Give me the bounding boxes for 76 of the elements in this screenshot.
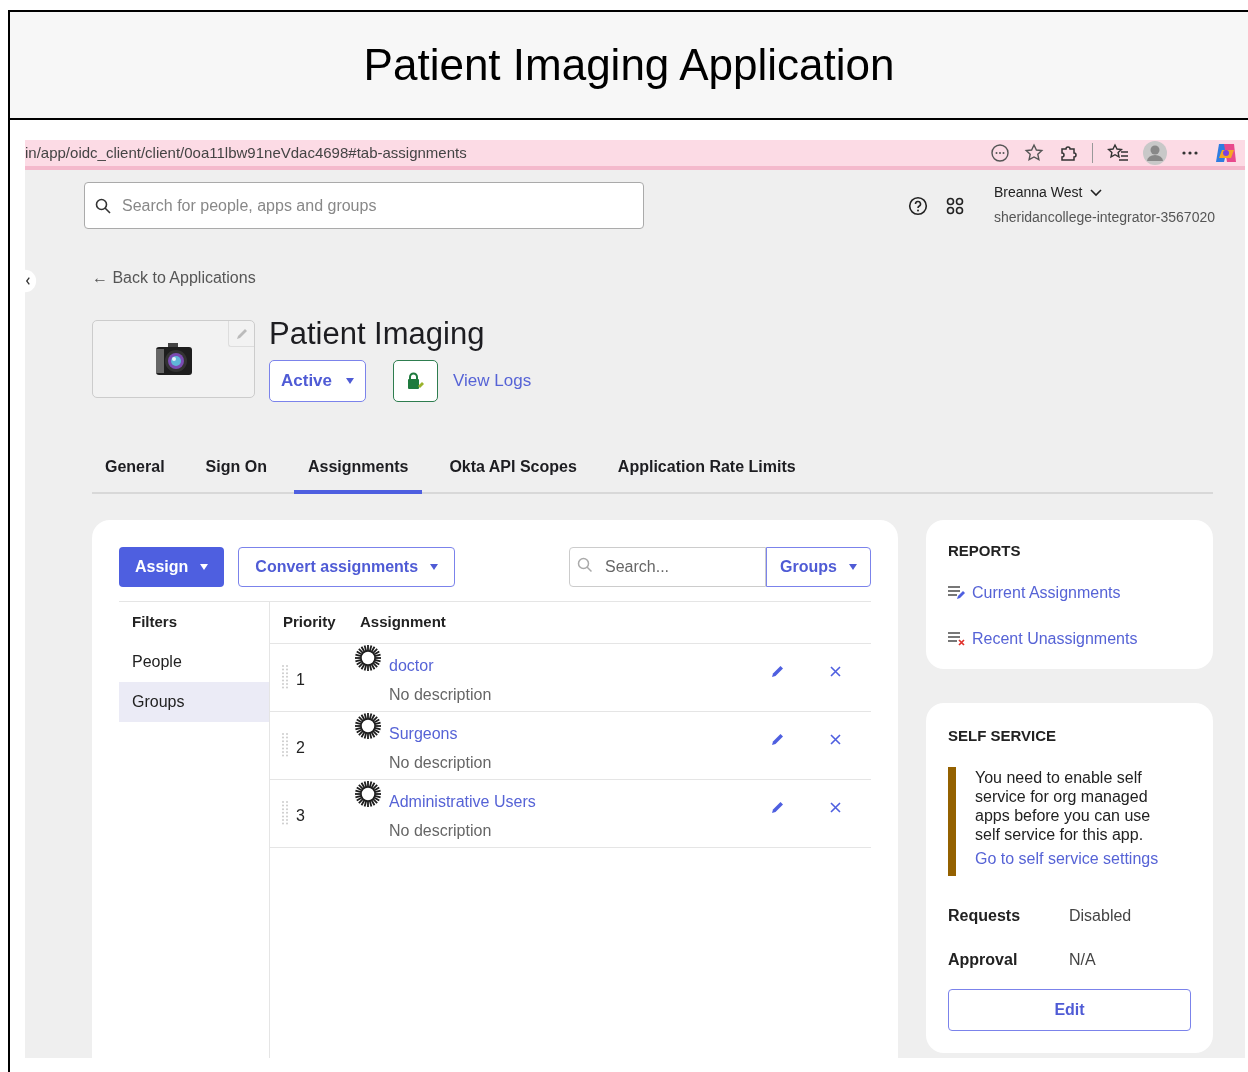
group-icon [354, 780, 382, 808]
group-link[interactable]: Administrative Users [389, 790, 771, 814]
star-icon[interactable] [1024, 143, 1044, 163]
report-link[interactable]: Current Assignments [972, 580, 1121, 605]
back-link[interactable]: ← Back to Applications [92, 269, 256, 286]
org-name: sheridancollege-integrator-3567020 [993, 208, 1215, 227]
self-service-heading: SELF SERVICE [948, 725, 1058, 746]
window-title: Patient Imaging Application [363, 39, 895, 91]
pencil-icon[interactable] [771, 800, 785, 814]
drag-handle-icon[interactable] [281, 732, 289, 758]
app-title: Patient Imaging [269, 318, 486, 350]
column-header: Assignment [360, 612, 446, 633]
pencil-icon [234, 326, 249, 341]
status-dropdown[interactable]: Active [269, 360, 366, 402]
pencil-icon[interactable] [771, 664, 785, 678]
tab[interactable]: General [92, 444, 179, 494]
search-icon [577, 557, 593, 573]
help-icon[interactable] [907, 196, 928, 216]
caret-icon [848, 564, 857, 570]
column-header: Priority [282, 612, 337, 633]
group-icon [354, 644, 382, 672]
puzzle-icon[interactable] [1058, 143, 1078, 163]
tab[interactable]: Sign On [191, 444, 281, 494]
caret-icon [200, 564, 209, 570]
field-label: Approval [948, 950, 1019, 970]
tab[interactable]: Assignments [293, 444, 423, 494]
close-icon[interactable] [830, 666, 841, 677]
assign-button[interactable]: Assign [119, 547, 225, 587]
field-value: N/A [1069, 950, 1096, 970]
search-icon [95, 198, 111, 214]
table-edit-icon [948, 585, 966, 600]
lock-icon [405, 372, 426, 390]
address-bar[interactable]: in/app/oidc_client/client/0oa11lbw91neVdac4698#tab-assignments [25, 140, 1245, 170]
group-link[interactable]: doctor [389, 654, 771, 678]
group-link[interactable]: Surgeons [389, 722, 771, 746]
field-value: Disabled [1069, 906, 1132, 926]
edit-button[interactable]: Edit [948, 989, 1191, 1031]
report-link[interactable]: Recent Unassignments [972, 626, 1138, 651]
self-service-settings-link[interactable]: Go to self service settings [975, 844, 1189, 876]
priority-number: 3 [296, 806, 306, 826]
caret-icon [430, 564, 439, 570]
user-name[interactable]: Breanna West [993, 182, 1083, 203]
close-icon[interactable] [830, 802, 841, 813]
group-description: No description [389, 753, 493, 773]
drag-handle-icon[interactable] [281, 800, 289, 826]
close-icon[interactable] [830, 734, 841, 745]
view-logs-link[interactable]: View Logs [453, 368, 532, 394]
drag-handle-icon[interactable] [281, 664, 289, 690]
group-description: No description [389, 821, 493, 841]
table-remove-icon [948, 631, 966, 646]
filters-heading: Filters [131, 612, 178, 632]
chevron-down-icon[interactable] [1090, 188, 1103, 197]
ellipsis-icon[interactable] [1181, 150, 1199, 156]
caret-icon [346, 378, 354, 384]
notice-text: You need to enable self service for org managed apps before you can use self service for this app. [975, 768, 1152, 844]
assignment-search-field[interactable]: Search... [569, 547, 766, 587]
filter-item[interactable]: Groups [119, 681, 269, 722]
more-icon[interactable] [990, 143, 1010, 163]
group-icon [354, 712, 382, 740]
collapse-tab-icon[interactable] [25, 268, 37, 294]
priority-number: 2 [296, 738, 306, 758]
tab[interactable]: Okta API Scopes [435, 444, 591, 494]
convert-assignments-button[interactable]: Convert assignments [238, 547, 456, 587]
group-description: No description [389, 685, 493, 705]
tab[interactable]: Application Rate Limits [603, 444, 810, 494]
field-label: Requests [948, 906, 1022, 926]
reports-heading: REPORTS [948, 541, 1022, 561]
profile-icon[interactable] [1143, 141, 1167, 165]
search-field[interactable]: Search for people, apps and groups [84, 182, 644, 229]
pencil-icon[interactable] [771, 732, 785, 746]
apps-grid-icon[interactable] [945, 197, 964, 215]
favorites-icon[interactable] [1107, 143, 1129, 163]
provisioning-button[interactable] [393, 360, 438, 402]
type-dropdown[interactable]: Groups [766, 547, 871, 587]
url-text: in/app/oidc_client/client/0oa11lbw91neVdac4698#tab-assignments [25, 142, 468, 163]
priority-number: 1 [296, 670, 306, 690]
